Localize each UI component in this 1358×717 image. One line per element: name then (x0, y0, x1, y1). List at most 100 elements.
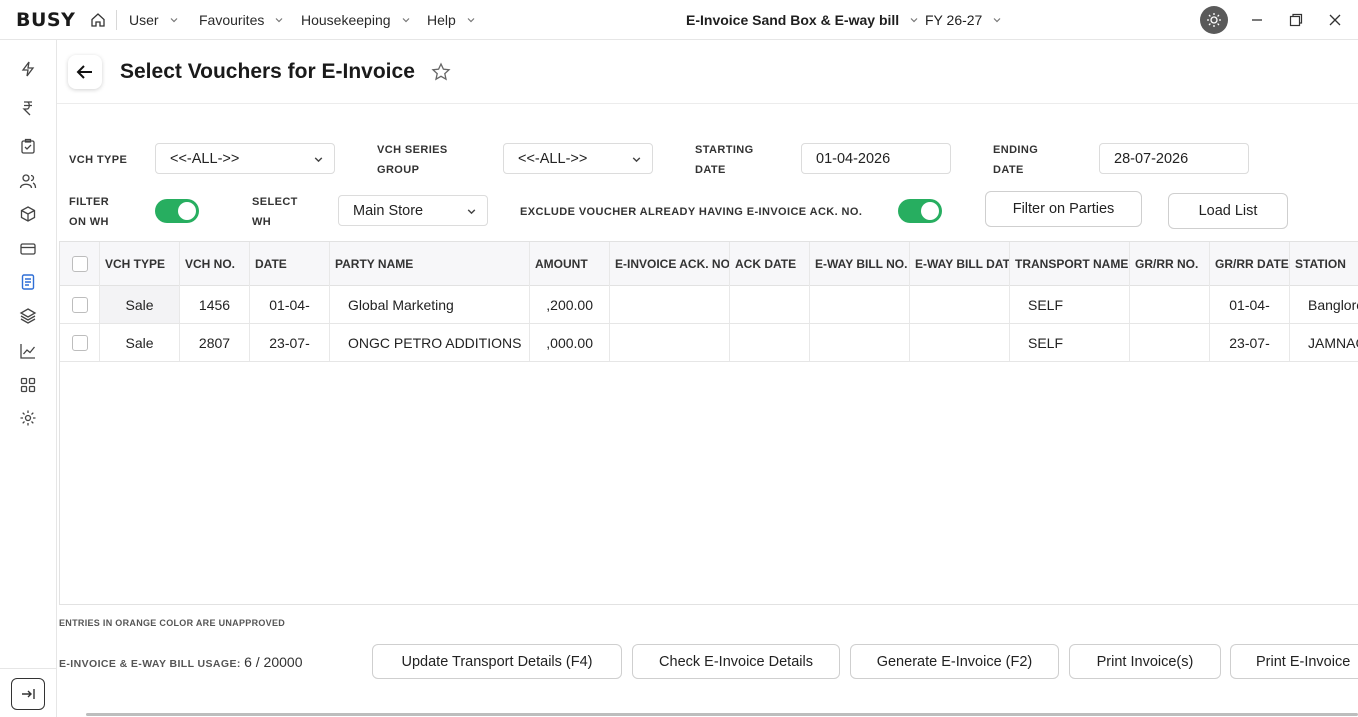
select-wh-label-2: WH (252, 216, 272, 228)
print-invoices-button[interactable]: Print Invoice(s) (1069, 644, 1221, 679)
col-vch-no[interactable]: VCH NO. (180, 242, 250, 286)
cell-date: 01-04- (250, 286, 330, 323)
vch-series-label-1: VCH SERIES (377, 144, 448, 156)
ending-date-value: 28-07-2026 (1114, 150, 1189, 167)
chart-icon[interactable] (19, 342, 37, 360)
cell-eway-no (810, 324, 910, 361)
chevron-down-icon (170, 18, 177, 23)
back-arrow-icon (76, 65, 92, 79)
company-selector[interactable]: E-Invoice Sand Box & E-way bill (686, 12, 919, 28)
restore-icon[interactable] (1287, 11, 1305, 29)
vch-series-label-2: GROUP (377, 164, 420, 176)
close-icon[interactable] (1326, 11, 1344, 29)
cell-ack-date (730, 324, 810, 361)
minimize-icon[interactable] (1248, 11, 1266, 29)
users-icon[interactable] (19, 172, 37, 190)
rupee-icon[interactable] (19, 99, 37, 117)
select-wh-value: Main Store (353, 202, 424, 219)
col-eway-date[interactable]: E-WAY BILL DAT (910, 242, 1010, 286)
col-grrr-date[interactable]: GR/RR DATE (1210, 242, 1290, 286)
col-eway-no[interactable]: E-WAY BILL NO. (810, 242, 910, 286)
sidebar-divider (0, 668, 57, 669)
generate-einvoice-button[interactable]: Generate E-Invoice (F2) (850, 644, 1059, 679)
cell-transport-name: SELF (1010, 286, 1130, 323)
filter-wh-label-2: ON WH (69, 216, 109, 228)
menu-user-label: User (129, 12, 159, 28)
grid-icon[interactable] (19, 376, 37, 394)
horizontal-scrollbar[interactable] (86, 713, 1358, 716)
col-transport-name[interactable]: TRANSPORT NAME (1010, 242, 1130, 286)
col-ack-date[interactable]: ACK DATE (730, 242, 810, 286)
filter-on-parties-button[interactable]: Filter on Parties (985, 191, 1142, 227)
page-title: Select Vouchers for E-Invoice (120, 60, 415, 83)
filter-wh-label-1: FILTER (69, 196, 110, 208)
layers-icon[interactable] (19, 307, 37, 325)
col-ack-no[interactable]: E-INVOICE ACK. NO. (610, 242, 730, 286)
load-list-button[interactable]: Load List (1168, 193, 1288, 229)
home-icon[interactable] (90, 12, 106, 28)
table-header: VCH TYPE VCH NO. DATE PARTY NAME AMOUNT … (60, 242, 1358, 286)
cell-vch-type: Sale (100, 324, 180, 361)
chevron-down-icon (275, 18, 283, 23)
select-wh-label-1: SELECT (252, 196, 298, 208)
exclude-voucher-label: EXCLUDE VOUCHER ALREADY HAVING E-INVOICE… (520, 206, 863, 218)
document-icon[interactable] (19, 273, 37, 291)
table-row[interactable]: Sale 2807 23-07- ONGC PETRO ADDITIONS ,0… (60, 324, 1358, 362)
menu-favourites[interactable]: Favourites (199, 12, 284, 28)
ending-date-input[interactable]: 28-07-2026 (1099, 143, 1249, 174)
menu-help-label: Help (427, 12, 456, 28)
col-grrr-no[interactable]: GR/RR NO. (1130, 242, 1210, 286)
col-station[interactable]: STATION (1290, 242, 1358, 286)
select-all-checkbox[interactable] (71, 256, 88, 272)
back-button[interactable] (68, 55, 102, 89)
vch-type-value: <<-ALL->> (170, 150, 240, 167)
row-checkbox[interactable] (71, 334, 88, 351)
sidebar (0, 40, 57, 717)
col-date[interactable]: DATE (250, 242, 330, 286)
clipboard-icon[interactable] (19, 137, 37, 155)
cell-grrr-no (1130, 286, 1210, 323)
cell-eway-no (810, 286, 910, 323)
star-icon[interactable] (431, 62, 451, 82)
gear-icon[interactable] (19, 409, 37, 427)
cell-grrr-no (1130, 324, 1210, 361)
check-einvoice-details-button[interactable]: Check E-Invoice Details (632, 644, 840, 679)
box-icon[interactable] (19, 205, 37, 223)
vch-type-select[interactable]: <<-ALL->> (155, 143, 335, 174)
usage-label: E-INVOICE & E-WAY BILL USAGE: (59, 658, 241, 670)
toggle-knob (178, 202, 196, 220)
starting-date-value: 01-04-2026 (816, 150, 891, 167)
cell-vch-no: 1456 (180, 286, 250, 323)
col-amount[interactable]: AMOUNT (530, 242, 610, 286)
cell-station: JAMNAGAR (1290, 324, 1358, 361)
col-party-name[interactable]: PARTY NAME (330, 242, 530, 286)
table-row[interactable]: Sale 1456 01-04- Global Marketing ,200.0… (60, 286, 1358, 324)
menu-help[interactable]: Help (427, 12, 476, 28)
cell-vch-no: 2807 (180, 324, 250, 361)
lightning-icon[interactable] (19, 60, 37, 78)
menu-housekeeping[interactable]: Housekeeping (301, 12, 411, 28)
expand-sidebar-icon (22, 689, 35, 699)
col-vch-type[interactable]: VCH TYPE (100, 242, 180, 286)
select-all-cell (60, 242, 100, 286)
vch-series-select[interactable]: <<-ALL->> (503, 143, 653, 174)
exclude-voucher-toggle[interactable] (898, 199, 942, 223)
usage-value: 6 / 20000 (244, 654, 303, 670)
cell-party-name: Global Marketing (330, 286, 530, 323)
starting-date-input[interactable]: 01-04-2026 (801, 143, 951, 174)
print-einvoice-button[interactable]: Print E-Invoice (1230, 644, 1358, 679)
theme-toggle-button[interactable] (1200, 6, 1228, 34)
fy-selector[interactable]: FY 26-27 (925, 12, 1002, 28)
header-divider (57, 103, 1358, 104)
row-checkbox[interactable] (71, 296, 88, 313)
expand-sidebar-button[interactable] (11, 678, 45, 710)
chevron-down-icon (632, 157, 641, 163)
cell-vch-type: Sale (100, 286, 180, 323)
menu-user[interactable]: User (129, 12, 179, 28)
filter-wh-toggle[interactable] (155, 199, 199, 223)
company-name: E-Invoice Sand Box & E-way bill (686, 12, 900, 28)
update-transport-details-button[interactable]: Update Transport Details (F4) (372, 644, 622, 679)
card-icon[interactable] (19, 240, 37, 258)
select-wh-select[interactable]: Main Store (338, 195, 488, 226)
ending-date-label-2: DATE (993, 164, 1024, 176)
